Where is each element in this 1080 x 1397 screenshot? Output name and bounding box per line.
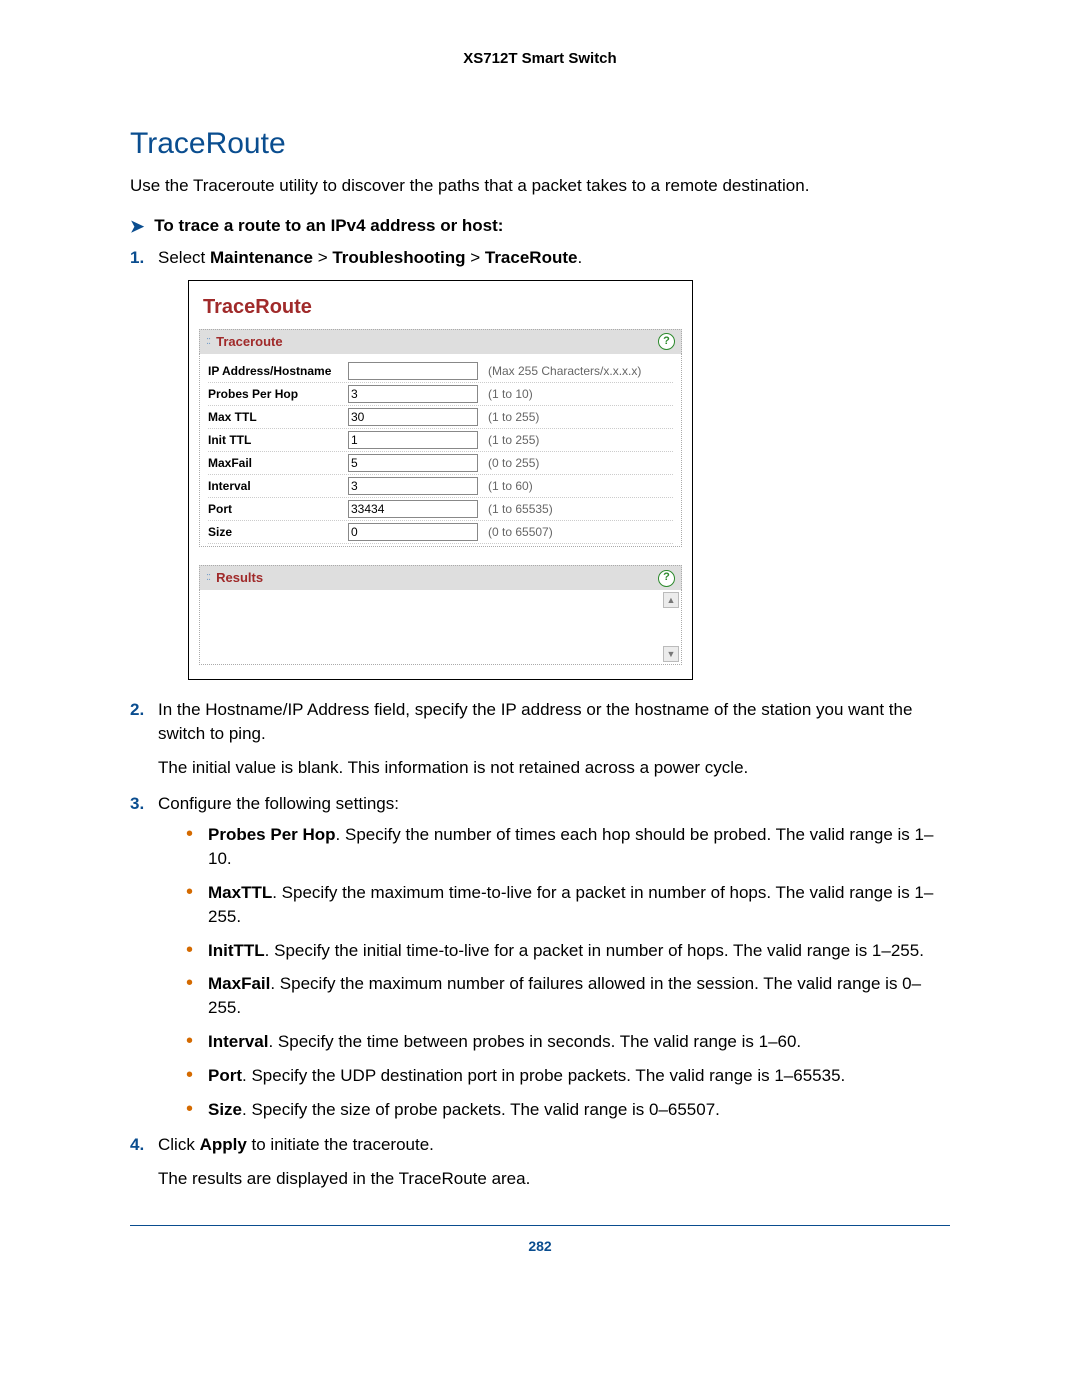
row-port: Port (1 to 65535) (208, 498, 673, 521)
panel-title-results: Results (216, 569, 658, 587)
scroll-up-icon[interactable]: ▲ (663, 592, 679, 608)
lbl-maxttl: Max TTL (208, 409, 348, 426)
bullet-port: Port. Specify the UDP destination port i… (186, 1064, 950, 1088)
input-probes[interactable] (348, 385, 478, 403)
hint-maxttl: (1 to 255) (478, 409, 673, 426)
hint-initttl: (1 to 255) (478, 432, 673, 449)
lbl-size: Size (208, 524, 348, 541)
step1-b2: Troubleshooting (332, 248, 465, 267)
input-interval[interactable] (348, 477, 478, 495)
step1-suffix: . (577, 248, 582, 267)
step4-para: The results are displayed in the TraceRo… (158, 1167, 950, 1191)
lbl-interval: Interval (208, 478, 348, 495)
panel-head-traceroute: :: Traceroute ? (199, 329, 682, 354)
lbl-ip: IP Address/Hostname (208, 363, 348, 380)
shot-title: TraceRoute (203, 293, 682, 321)
step-4: Click Apply to initiate the traceroute. … (130, 1133, 950, 1191)
bullet-probes: Probes Per Hop. Specify the number of ti… (186, 823, 950, 871)
hint-port: (1 to 65535) (478, 501, 673, 518)
row-initttl: Init TTL (1 to 255) (208, 429, 673, 452)
step1-b1: Maintenance (210, 248, 313, 267)
task-arrow-icon: ➤ (130, 216, 144, 238)
task-heading: ➤ To trace a route to an IPv4 address or… (130, 216, 950, 238)
help-icon[interactable]: ? (658, 333, 675, 350)
row-size: Size (0 to 65507) (208, 521, 673, 544)
intro-text: Use the Traceroute utility to discover t… (130, 175, 950, 198)
page: XS712T Smart Switch TraceRoute Use the T… (0, 0, 1080, 1397)
lbl-probes: Probes Per Hop (208, 386, 348, 403)
page-number: 282 (528, 1238, 551, 1254)
lbl-maxfail: MaxFail (208, 455, 348, 472)
grip-icon: :: (206, 334, 210, 349)
row-maxfail: MaxFail (0 to 255) (208, 452, 673, 475)
help-icon[interactable]: ? (658, 570, 675, 587)
input-port[interactable] (348, 500, 478, 518)
step3-text: Configure the following settings: (158, 794, 399, 813)
footer: 282 (130, 1225, 950, 1256)
step4-suffix: to initiate the traceroute. (247, 1135, 434, 1154)
step-1: Select Maintenance > Troubleshooting > T… (130, 246, 950, 680)
traceroute-screenshot: TraceRoute :: Traceroute ? IP Address/Ho… (188, 280, 693, 680)
bullet-initttl: InitTTL. Specify the initial time-to-liv… (186, 939, 950, 963)
traceroute-form: IP Address/Hostname (Max 255 Characters/… (199, 354, 682, 547)
steps-list: Select Maintenance > Troubleshooting > T… (130, 246, 950, 1191)
row-maxttl: Max TTL (1 to 255) (208, 406, 673, 429)
hint-ip: (Max 255 Characters/x.x.x.x) (478, 363, 673, 380)
bullet-interval: Interval. Specify the time between probe… (186, 1030, 950, 1054)
step1-b3: TraceRoute (485, 248, 578, 267)
input-maxttl[interactable] (348, 408, 478, 426)
lbl-initttl: Init TTL (208, 432, 348, 449)
step2-para: The initial value is blank. This informa… (158, 756, 950, 780)
doc-header: XS712T Smart Switch (130, 50, 950, 67)
hint-maxfail: (0 to 255) (478, 455, 673, 472)
row-ip: IP Address/Hostname (Max 255 Characters/… (208, 360, 673, 383)
bullet-size: Size. Specify the size of probe packets.… (186, 1098, 950, 1122)
input-ip[interactable] (348, 362, 478, 380)
hint-size: (0 to 65507) (478, 524, 673, 541)
bullet-maxfail: MaxFail. Specify the maximum number of f… (186, 972, 950, 1020)
lbl-port: Port (208, 501, 348, 518)
bullet-maxttl: MaxTTL. Specify the maximum time-to-live… (186, 881, 950, 929)
input-initttl[interactable] (348, 431, 478, 449)
step1-gt2: > (466, 248, 485, 267)
step1-gt1: > (313, 248, 332, 267)
step-3: Configure the following settings: Probes… (130, 792, 950, 1122)
input-size[interactable] (348, 523, 478, 541)
section-title: TraceRoute (130, 127, 950, 161)
input-maxfail[interactable] (348, 454, 478, 472)
results-body: ▲ ▼ (199, 590, 682, 665)
task-title: To trace a route to an IPv4 address or h… (154, 216, 503, 236)
step2-text: In the Hostname/IP Address field, specif… (158, 700, 912, 743)
grip-icon: :: (206, 570, 210, 585)
step1-prefix: Select (158, 248, 210, 267)
hint-probes: (1 to 10) (478, 386, 673, 403)
step3-bullets: Probes Per Hop. Specify the number of ti… (186, 823, 950, 1121)
panel-head-results: :: Results ? (199, 565, 682, 590)
step4-prefix: Click (158, 1135, 200, 1154)
row-probes: Probes Per Hop (1 to 10) (208, 383, 673, 406)
step-2: In the Hostname/IP Address field, specif… (130, 698, 950, 779)
panel-title-traceroute: Traceroute (216, 333, 658, 351)
hint-interval: (1 to 60) (478, 478, 673, 495)
row-interval: Interval (1 to 60) (208, 475, 673, 498)
step4-b: Apply (200, 1135, 247, 1154)
scroll-down-icon[interactable]: ▼ (663, 646, 679, 662)
